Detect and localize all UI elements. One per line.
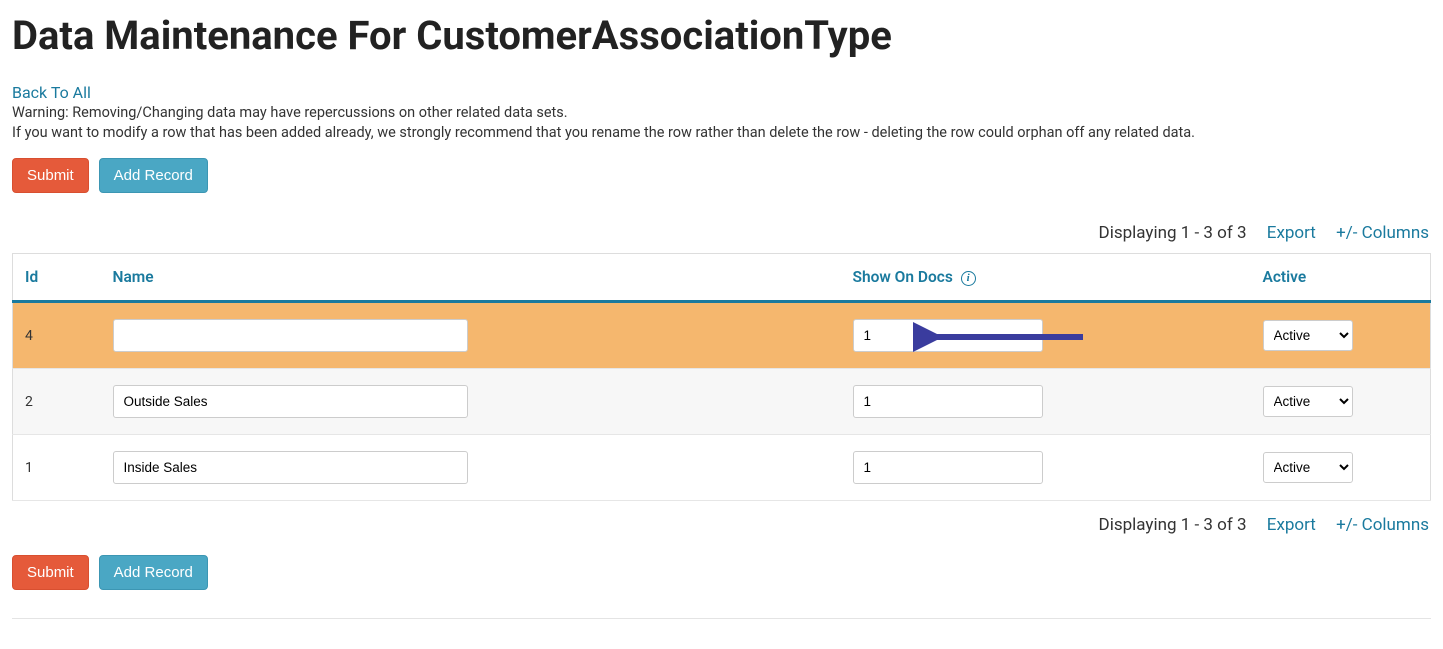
show-on-docs-input[interactable] xyxy=(853,451,1043,484)
bottom-pager-row: Displaying 1 - 3 of 3 Export +/- Columns xyxy=(12,501,1431,545)
active-select[interactable]: Active xyxy=(1263,320,1353,351)
export-link[interactable]: Export xyxy=(1267,223,1316,243)
table-row: 4 Active xyxy=(13,302,1431,369)
cell-name xyxy=(101,369,841,435)
col-header-id[interactable]: Id xyxy=(13,254,101,302)
table-row: 1 Active xyxy=(13,435,1431,501)
cell-active: Active xyxy=(1251,369,1431,435)
cell-show-on-docs xyxy=(841,435,1251,501)
cell-id: 1 xyxy=(13,435,101,501)
warning-line-2: If you want to modify a row that has bee… xyxy=(12,124,1431,142)
warning-line-1: Warning: Removing/Changing data may have… xyxy=(12,104,1431,122)
col-header-name[interactable]: Name xyxy=(101,254,841,302)
columns-toggle-link[interactable]: +/- Columns xyxy=(1336,515,1429,535)
cell-name xyxy=(101,435,841,501)
col-header-active[interactable]: Active xyxy=(1251,254,1431,302)
add-record-button[interactable]: Add Record xyxy=(99,555,208,590)
table-row: 2 Active xyxy=(13,369,1431,435)
bottom-button-row: Submit Add Record xyxy=(12,555,1431,590)
show-on-docs-input[interactable] xyxy=(853,319,1043,352)
top-pager-row: Displaying 1 - 3 of 3 Export +/- Columns xyxy=(12,217,1431,253)
page-title: Data Maintenance For CustomerAssociation… xyxy=(12,12,1431,59)
cell-id: 2 xyxy=(13,369,101,435)
name-input[interactable] xyxy=(113,385,468,418)
cell-show-on-docs xyxy=(841,302,1251,369)
cell-id: 4 xyxy=(13,302,101,369)
footer-separator xyxy=(12,618,1431,619)
submit-button[interactable]: Submit xyxy=(12,555,89,590)
active-select[interactable]: Active xyxy=(1263,386,1353,417)
cell-active: Active xyxy=(1251,302,1431,369)
active-select[interactable]: Active xyxy=(1263,452,1353,483)
top-button-row: Submit Add Record xyxy=(12,158,1431,193)
pager-display-text: Displaying 1 - 3 of 3 xyxy=(1099,515,1247,535)
add-record-button[interactable]: Add Record xyxy=(99,158,208,193)
name-input[interactable] xyxy=(113,451,468,484)
name-input[interactable] xyxy=(113,319,468,352)
col-header-show-label: Show On Docs xyxy=(853,268,953,286)
columns-toggle-link[interactable]: +/- Columns xyxy=(1336,223,1429,243)
cell-show-on-docs xyxy=(841,369,1251,435)
back-to-all-link[interactable]: Back To All xyxy=(12,83,91,102)
pager-display-text: Displaying 1 - 3 of 3 xyxy=(1099,223,1247,243)
col-header-show-on-docs[interactable]: Show On Docs i xyxy=(841,254,1251,302)
cell-active: Active xyxy=(1251,435,1431,501)
data-table: Id Name Show On Docs i Active 4 Active 2 Ac… xyxy=(12,253,1431,501)
submit-button[interactable]: Submit xyxy=(12,158,89,193)
info-icon[interactable]: i xyxy=(961,271,976,286)
show-on-docs-input[interactable] xyxy=(853,385,1043,418)
export-link[interactable]: Export xyxy=(1267,515,1316,535)
cell-name xyxy=(101,302,841,369)
